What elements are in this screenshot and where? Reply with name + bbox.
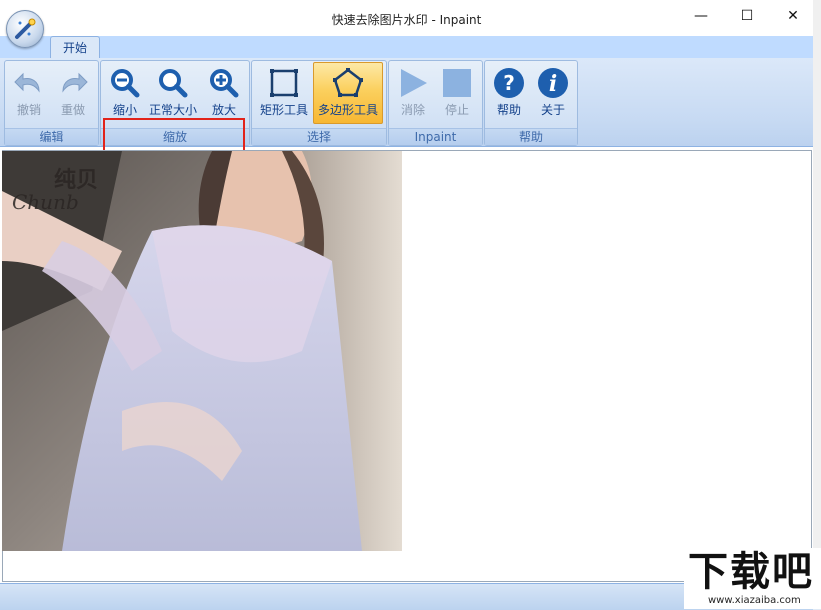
help-icon: ? bbox=[494, 68, 524, 98]
minimize-icon: — bbox=[694, 8, 708, 24]
play-icon bbox=[401, 69, 427, 97]
maximize-icon: ☐ bbox=[740, 8, 754, 24]
redo-button[interactable]: 重做 bbox=[53, 63, 93, 123]
ribbon-group-select: 矩形工具 多边形工具 选择 bbox=[251, 60, 387, 146]
ribbon-group-help: ? 帮助 i 关于 帮助 bbox=[484, 60, 578, 146]
site-watermark-logo: 下载吧 bbox=[688, 549, 814, 595]
zoom-in-button[interactable]: 放大 bbox=[205, 63, 243, 123]
loaded-photo[interactable]: 纯贝 Chunb bbox=[2, 151, 402, 551]
group-label-help: 帮助 bbox=[485, 128, 577, 145]
window-edge bbox=[813, 0, 821, 609]
site-watermark: 下载吧 www.xiazaiba.com bbox=[684, 548, 821, 609]
zoom-out-icon bbox=[111, 69, 140, 98]
zoom-out-button[interactable]: 缩小 bbox=[107, 63, 143, 123]
photo-image: 纯贝 Chunb bbox=[2, 151, 402, 551]
minimize-button[interactable]: — bbox=[678, 0, 724, 32]
app-menu-button[interactable] bbox=[6, 10, 44, 48]
stop-icon bbox=[443, 69, 471, 97]
undo-icon bbox=[14, 72, 40, 93]
rectangle-tool-button[interactable]: 矩形工具 bbox=[256, 63, 312, 123]
maximize-button[interactable]: ☐ bbox=[724, 0, 770, 32]
group-label-select: 选择 bbox=[252, 128, 386, 145]
ribbon-group-inpaint: 消除 停止 Inpaint bbox=[388, 60, 483, 146]
help-button[interactable]: ? 帮助 bbox=[489, 63, 529, 123]
title-bar[interactable]: 快速去除图片水印 - Inpaint — ☐ ✕ bbox=[0, 0, 813, 36]
photo-watermark-en: Chunb bbox=[12, 190, 79, 214]
ribbon-group-edit: 撤销 重做 编辑 bbox=[4, 60, 99, 146]
site-watermark-url: www.xiazaiba.com bbox=[708, 595, 801, 606]
erase-button[interactable]: 消除 bbox=[393, 63, 433, 123]
info-icon: i bbox=[538, 68, 568, 98]
close-button[interactable]: ✕ bbox=[770, 0, 816, 32]
svg-text:i: i bbox=[549, 71, 557, 97]
ribbon-tab-strip: 开始 bbox=[0, 36, 813, 59]
app-window: 快速去除图片水印 - Inpaint — ☐ ✕ 开始 撤销 重做 编辑 缩小 … bbox=[0, 0, 814, 610]
polygon-tool-icon bbox=[333, 68, 363, 97]
close-icon: ✕ bbox=[787, 8, 799, 24]
zoom-normal-icon bbox=[159, 69, 188, 98]
svg-text:?: ? bbox=[503, 71, 515, 95]
stop-button[interactable]: 停止 bbox=[437, 63, 477, 123]
group-label-edit: 编辑 bbox=[5, 128, 98, 145]
group-label-inpaint: Inpaint bbox=[389, 128, 482, 145]
rectangle-tool-icon bbox=[270, 69, 298, 97]
ribbon: 撤销 重做 编辑 缩小 正常大小 放大 缩放 矩形工具 多边形工具 选择 消除 … bbox=[0, 58, 813, 178]
undo-button[interactable]: 撤销 bbox=[9, 63, 49, 123]
tab-home[interactable]: 开始 bbox=[50, 36, 100, 59]
polygon-tool-button[interactable]: 多边形工具 bbox=[313, 62, 383, 124]
magic-wand-icon bbox=[15, 18, 36, 39]
about-button[interactable]: i 关于 bbox=[533, 63, 573, 123]
redo-icon bbox=[62, 72, 88, 93]
zoom-in-icon bbox=[210, 69, 239, 98]
zoom-normal-button[interactable]: 正常大小 bbox=[145, 63, 201, 123]
